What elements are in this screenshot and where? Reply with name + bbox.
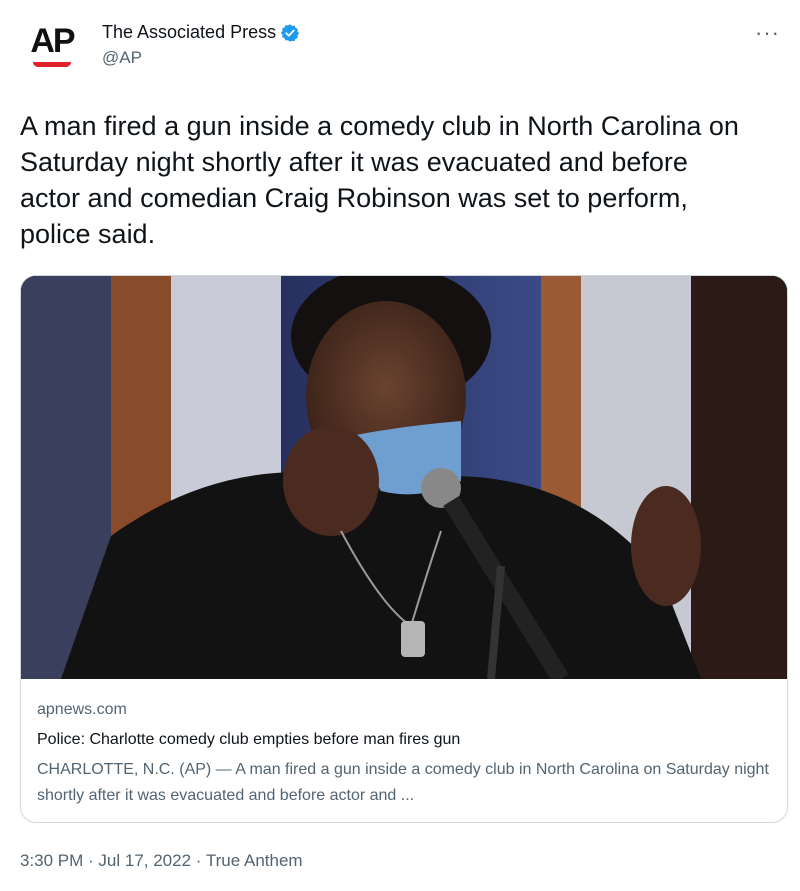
avatar-logo-text: AP (30, 22, 75, 60)
verified-badge-icon (281, 23, 300, 42)
tweet-date[interactable]: Jul 17, 2022 (98, 851, 191, 870)
link-card[interactable]: apnews.com Police: Charlotte comedy club… (20, 275, 788, 823)
separator: · (83, 851, 99, 870)
author-name-row[interactable]: The Associated Press (102, 22, 300, 43)
tweet-text: A man fired a gun inside a comedy club i… (20, 111, 739, 249)
card-title: Police: Charlotte comedy club empties be… (37, 731, 461, 748)
author-handle[interactable]: @AP (102, 48, 142, 68)
avatar[interactable]: AP (20, 16, 84, 80)
tweet-time[interactable]: 3:30 PM (20, 851, 83, 870)
more-options-icon[interactable]: ··· (755, 20, 780, 46)
separator: · (191, 851, 206, 870)
tweet-footer: 3:30 PM · Jul 17, 2022 · True Anthem (20, 851, 303, 871)
card-domain: apnews.com (37, 701, 127, 718)
card-meta[interactable]: apnews.com Police: Charlotte comedy club… (37, 699, 777, 809)
card-image[interactable] (21, 276, 788, 679)
card-description: CHARLOTTE, N.C. (AP) — A man fired a gun… (37, 761, 769, 804)
author-name[interactable]: The Associated Press (102, 22, 276, 43)
tweet-source[interactable]: True Anthem (206, 851, 303, 870)
avatar-logo-bar (33, 62, 71, 67)
